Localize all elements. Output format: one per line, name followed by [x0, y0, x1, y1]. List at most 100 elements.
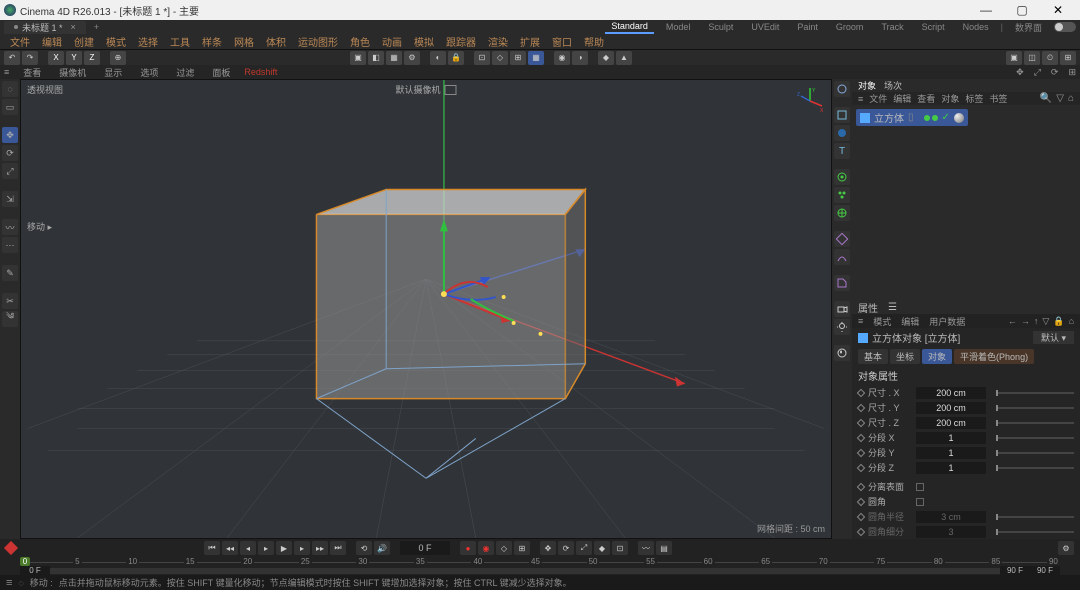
menu-tools[interactable]: 工具	[164, 33, 196, 50]
om-menu-object[interactable]: 对象	[941, 92, 959, 105]
hamburger-icon[interactable]: ≡	[858, 94, 863, 104]
layout-script[interactable]: Script	[916, 21, 951, 33]
vp-nav-pan-icon[interactable]: ✥	[1016, 67, 1024, 78]
place-tool[interactable]: ⇲	[2, 191, 18, 207]
spline-pen-tool[interactable]: 〰	[2, 219, 18, 235]
field-value-input[interactable]: 1	[916, 462, 986, 474]
menu-character[interactable]: 角色	[344, 33, 376, 50]
move-tool[interactable]: ✥	[2, 127, 18, 143]
autokey-button[interactable]: ◉	[478, 541, 494, 555]
vp-menu-options[interactable]: 选项	[136, 66, 162, 79]
vp-menu-panel[interactable]: 面板	[208, 66, 234, 79]
timeline-rangebar[interactable]: 0 F 90 F 90 F	[0, 566, 1080, 575]
status-menu-icon[interactable]: ≡	[6, 577, 12, 589]
snap-point-button[interactable]: ◇	[492, 51, 508, 65]
axis-y-toggle[interactable]: Y	[66, 51, 82, 65]
field-value-input[interactable]: 200 cm	[916, 402, 986, 414]
timeline-playhead[interactable]: 0	[20, 557, 30, 566]
keyframe-dot-icon[interactable]	[857, 403, 865, 411]
field-value-input[interactable]: 200 cm	[916, 387, 986, 399]
keyframe-dot-icon[interactable]	[857, 482, 865, 490]
undo-button[interactable]: ↶	[4, 51, 20, 65]
timeline-ruler[interactable]: 0 0 5 10 15 20 25 30 35 40 45 50 55 60 6…	[0, 557, 1080, 566]
layout-button[interactable]: ⊞	[1060, 51, 1076, 65]
menu-mograph[interactable]: 运动图形	[292, 33, 344, 50]
layout-uvedit[interactable]: UVEdit	[745, 21, 785, 33]
vp-menu-camera[interactable]: 摄像机	[55, 66, 90, 79]
prev-frame-button[interactable]: ◂	[240, 541, 256, 555]
vp-menu-view[interactable]: 查看	[19, 66, 45, 79]
loop-button[interactable]: ⟲	[356, 541, 372, 555]
recent-tools-button[interactable]: ⋯	[2, 237, 18, 253]
field-icon[interactable]	[834, 231, 850, 247]
object-tree-item-cube[interactable]: 立方体 ▯ ✓	[856, 109, 968, 126]
key-pla-button[interactable]: ⊡	[612, 541, 628, 555]
range-end-inner-input[interactable]: 90 F	[1000, 566, 1030, 575]
palette-toggle-icon[interactable]	[834, 81, 850, 97]
attribute-mode-select[interactable]: 默认 ▾	[1033, 331, 1074, 344]
menu-help[interactable]: 帮助	[578, 33, 610, 50]
rotate-tool[interactable]: ⟳	[2, 145, 18, 161]
attr-layers-icon[interactable]: ☰	[888, 302, 897, 313]
attr-nav-up-icon[interactable]: ↑	[1034, 316, 1039, 327]
keyframe-dot-icon[interactable]	[857, 527, 865, 535]
next-frame-button[interactable]: ▸	[294, 541, 310, 555]
om-menu-edit[interactable]: 编辑	[893, 92, 911, 105]
attr-home-icon[interactable]: ⌂	[1069, 316, 1074, 327]
visibility-dots[interactable]	[924, 115, 938, 121]
attr-tab-phong[interactable]: 平滑着色(Phong)	[954, 349, 1034, 364]
scale-tool[interactable]: ⤢	[2, 163, 18, 179]
redo-button[interactable]: ↷	[22, 51, 38, 65]
field-slider[interactable]	[996, 407, 1074, 409]
attr-nav-back-icon[interactable]: ←	[1008, 316, 1017, 327]
checkbox[interactable]	[916, 498, 924, 506]
layout-groom[interactable]: Groom	[830, 21, 870, 33]
menu-edit[interactable]: 编辑	[36, 33, 68, 50]
minimize-button[interactable]: —	[968, 0, 1004, 20]
soft-select-button[interactable]: ◉	[554, 51, 570, 65]
key-rot-button[interactable]: ⟳	[558, 541, 574, 555]
menu-render[interactable]: 渲染	[482, 33, 514, 50]
goto-end-button[interactable]: ⏭	[330, 541, 346, 555]
attr-menu-edit[interactable]: 编辑	[901, 315, 919, 328]
menu-tracker[interactable]: 跟踪器	[440, 33, 482, 50]
fcurve-button[interactable]: 〰	[638, 541, 654, 555]
layout-nodes[interactable]: Nodes	[957, 21, 995, 33]
layout-paint[interactable]: Paint	[791, 21, 824, 33]
keyframe-dot-icon[interactable]	[857, 433, 865, 441]
keyframe-dot-icon[interactable]	[857, 463, 865, 471]
om-menu-file[interactable]: 文件	[869, 92, 887, 105]
attr-tab-coord[interactable]: 坐标	[890, 349, 920, 364]
tab-takes[interactable]: 场次	[884, 79, 902, 92]
menu-mode[interactable]: 模式	[100, 33, 132, 50]
vp-menu-display[interactable]: 显示	[100, 66, 126, 79]
tab-close-icon[interactable]: ×	[71, 22, 76, 32]
layout-model[interactable]: Model	[660, 21, 697, 33]
keyframe-dot-icon[interactable]	[857, 512, 865, 520]
vp-redshift-label[interactable]: Redshift	[244, 67, 277, 77]
field-slider[interactable]	[996, 452, 1074, 454]
light-icon[interactable]	[834, 319, 850, 335]
dopesheet-button[interactable]: ▤	[656, 541, 672, 555]
picture-viewer-button[interactable]: ▣	[1006, 51, 1022, 65]
phong-tag-icon[interactable]	[954, 113, 964, 123]
make-editable-button[interactable]: ◆	[598, 51, 614, 65]
axis-x-toggle[interactable]: X	[48, 51, 64, 65]
play-forward-button[interactable]: ▶	[276, 541, 292, 555]
render-settings-button[interactable]: ⚙	[404, 51, 420, 65]
vp-nav-layout-icon[interactable]: ⊞	[1068, 67, 1076, 78]
render-region-button[interactable]: ◧	[368, 51, 384, 65]
field-value-input[interactable]: 1	[916, 432, 986, 444]
hpb-button[interactable]: ◐	[430, 51, 446, 65]
checkbox[interactable]	[916, 483, 924, 491]
primitive-cube-icon[interactable]	[834, 107, 850, 123]
range-end-outer-input[interactable]: 90 F	[1030, 566, 1060, 575]
keyframe-dot-icon[interactable]	[857, 388, 865, 396]
workplane-button[interactable]: ▦	[528, 51, 544, 65]
field-slider[interactable]	[996, 392, 1074, 394]
effector-icon[interactable]	[834, 205, 850, 221]
rect-select-tool[interactable]: ▭	[2, 99, 18, 115]
menu-mesh[interactable]: 网格	[228, 33, 260, 50]
menu-extensions[interactable]: 扩展	[514, 33, 546, 50]
menu-create[interactable]: 创建	[68, 33, 100, 50]
